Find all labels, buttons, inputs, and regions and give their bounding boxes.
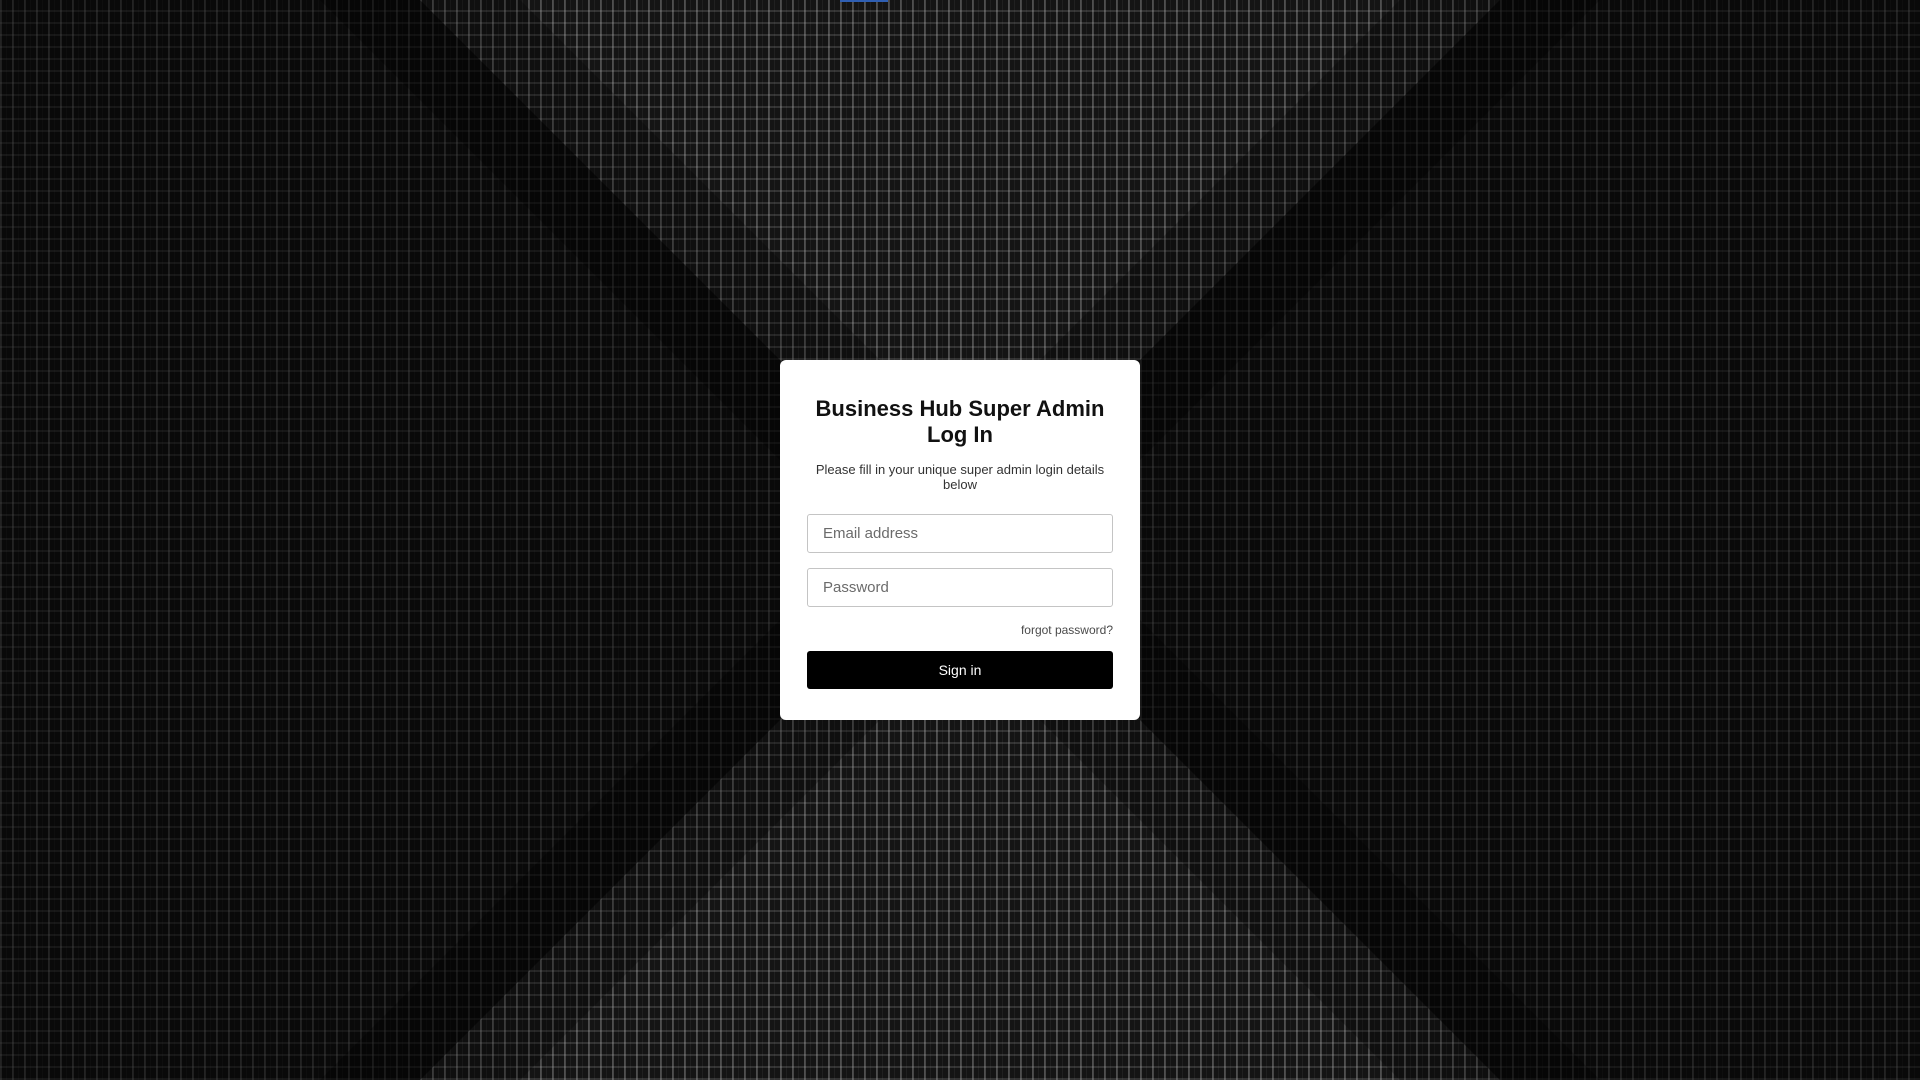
login-instructions: Please fill in your unique super admin l… [815,462,1105,492]
login-card: Business Hub Super Admin Log In Please f… [780,360,1140,720]
sign-in-button[interactable]: Sign in [807,651,1113,689]
top-accent-bar [840,0,888,2]
password-field[interactable] [807,568,1113,607]
email-field[interactable] [807,514,1113,553]
forgot-password-link[interactable]: forgot password? [1021,623,1113,637]
page-title: Business Hub Super Admin Log In [815,396,1105,447]
forgot-password-row: forgot password? [807,621,1113,637]
